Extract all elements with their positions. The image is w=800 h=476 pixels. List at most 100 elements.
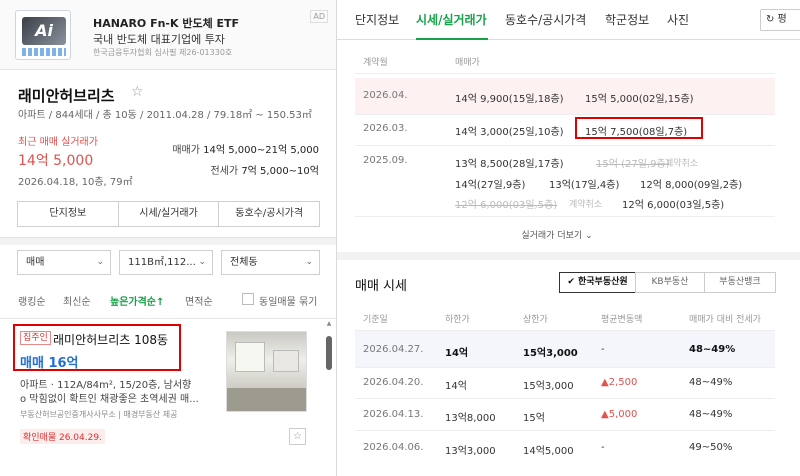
row-divider (355, 114, 775, 115)
active-tab-indicator (416, 38, 488, 40)
market-change: ▲5,000 (601, 409, 637, 420)
trade-price[interactable]: 12억 6,000(03일,5층) (622, 196, 724, 211)
table-row (355, 78, 775, 114)
market-high: 15억3,000 (523, 348, 578, 359)
market-ratio: 48~49% (689, 409, 733, 420)
market-high: 15억 (523, 413, 545, 424)
header-contract-month: 계약월 (363, 58, 388, 68)
complex-info-button[interactable]: 단지정보 (18, 202, 119, 226)
unit-public-price-button[interactable]: 동호수/공시가격 (219, 202, 319, 226)
trade-month: 2025.09. (363, 155, 408, 166)
header-high-price: 상한가 (523, 315, 548, 325)
trade-type-select[interactable]: 매매 ⌄ (17, 250, 111, 275)
price-panel: 단지정보 시세/실거래가 동호수/공시가격 학군정보 사진 ↻ 평 계약월 매매… (337, 0, 800, 476)
trade-price[interactable]: 14억 9,900(15일,18층) (455, 90, 564, 105)
source-kreb-button[interactable]: ✔ 한국부동산원 (559, 272, 636, 293)
source-bank-button[interactable]: 부동산뱅크 (704, 272, 776, 293)
refresh-button[interactable]: ↻ 평 (760, 9, 800, 31)
sort-ranking[interactable]: 랭킹순 (18, 293, 46, 308)
cancelled-trade-price[interactable]: 12억 6,000(03일,5층) (455, 196, 557, 211)
sort-area[interactable]: 면적순 (185, 293, 213, 308)
more-transactions-label: 실거래가 더보기 (521, 231, 583, 241)
ad-disclaimer: 한국금융투자협회 심사필 제26-01330호 (93, 48, 233, 57)
dong-value: 전체동 (230, 257, 258, 268)
listing-favorite-star-icon[interactable]: ☆ (289, 428, 306, 445)
complex-detail-panel: Ai HANARO Fn-K 반도체 ETF 국내 반도체 대표기업에 투자 한… (0, 0, 337, 476)
row-divider (355, 398, 775, 399)
market-change-value: 5,000 (608, 409, 638, 420)
tab-unit-public-price[interactable]: 동호수/공시가격 (505, 11, 586, 28)
market-price-title: 매매 시세 (355, 279, 407, 294)
market-ratio: 48~49% (689, 344, 736, 355)
market-low: 13억3,000 (445, 446, 496, 457)
row-divider (355, 430, 775, 431)
trade-price[interactable]: 13억(17일,4층) (549, 176, 619, 191)
top-tab-bar: 단지정보 시세/실거래가 동호수/공시가격 학군정보 사진 ↻ 평 (337, 0, 800, 40)
tab-photos[interactable]: 사진 (667, 11, 689, 28)
section-separator (0, 237, 336, 245)
ad-logo-chip-icon (22, 48, 66, 56)
market-date: 2026.04.20. (363, 377, 424, 388)
trade-month: 2026.03. (363, 123, 408, 134)
verified-badge: 확인매물 26.04.29. (20, 429, 105, 444)
complex-meta: 아파트 / 844세대 / 총 10동 / 2011.04.28 / 79.18… (18, 110, 312, 121)
complex-section-buttons: 단지정보 시세/실거래가 동호수/공시가격 (17, 201, 320, 227)
photo-window-shape (273, 350, 299, 372)
chevron-down-icon: ⌄ (585, 231, 593, 241)
ad-banner[interactable]: Ai HANARO Fn-K 반도체 ETF 국내 반도체 대표기업에 투자 한… (0, 0, 336, 70)
sale-range-value: 14억 5,000~21억 5,000 (203, 145, 319, 156)
market-date: 2026.04.06. (363, 442, 424, 453)
sort-latest[interactable]: 최신순 (63, 293, 91, 308)
highlight-annotation (13, 324, 181, 371)
more-transactions-button[interactable]: 실거래가 더보기 ⌄ (337, 228, 777, 241)
trade-price[interactable]: 14억 3,000(25일,10층) (455, 123, 564, 138)
photo-floor-shape (227, 388, 306, 411)
recent-trade-price: 14억 5,000 (18, 153, 94, 169)
header-avg-change: 평균변동액 (601, 315, 643, 325)
source-kb-button[interactable]: KB부동산 (635, 272, 705, 293)
market-high: 14억5,000 (523, 446, 574, 457)
row-divider (355, 145, 775, 146)
price-history-button[interactable]: 시세/실거래가 (119, 202, 220, 226)
trade-price[interactable]: 12억 8,000(09일,2층) (640, 176, 742, 191)
sort-price-high[interactable]: 높은가격순↑ (110, 293, 164, 308)
same-listing-label: 동일매물 묶기 (259, 297, 318, 308)
area-value: 111B㎡,112... (128, 257, 196, 268)
favorite-star-icon[interactable]: ☆ (131, 84, 144, 100)
market-date: 2026.04.13. (363, 409, 424, 420)
market-ratio: 48~49% (689, 377, 733, 388)
scroll-thumb[interactable] (326, 336, 332, 370)
scroll-up-arrow-icon[interactable]: ▲ (326, 320, 332, 327)
left-scrollbar[interactable]: ▲ (326, 320, 332, 476)
cancel-note: 계약취소 (569, 200, 603, 210)
listing-photo[interactable] (226, 331, 307, 412)
trade-price[interactable]: 14억(27일,9층) (455, 176, 525, 191)
market-change: - (601, 442, 605, 453)
header-sale-price: 매매가 (455, 58, 480, 68)
chevron-down-icon: ⌄ (198, 257, 206, 267)
listing-spec: 아파트 · 112A/84m², 15/20층, 남서향 (20, 380, 192, 391)
lease-range-value: 7억 5,000~10억 (241, 166, 319, 177)
highlight-annotation (575, 117, 703, 139)
lease-range-label: 전세가 (210, 166, 239, 177)
ad-logo-ai-icon: Ai (22, 17, 66, 45)
trade-price[interactable]: 13억 8,500(28일,17층) (455, 155, 564, 170)
sale-price-range: 매매가 14억 5,000~21억 5,000 (172, 141, 319, 156)
cancelled-trade-price[interactable]: 15억 (27일,9층) (596, 155, 670, 170)
chevron-down-icon: ⌄ (305, 257, 313, 267)
same-listing-checkbox[interactable] (242, 293, 254, 305)
area-select[interactable]: 111B㎡,112... ⌄ (119, 250, 213, 275)
market-date: 2026.04.27. (363, 344, 424, 355)
market-low: 14억 (445, 348, 469, 359)
trade-price[interactable]: 15억 5,000(02일,15층) (585, 90, 694, 105)
tab-price-history[interactable]: 시세/실거래가 (416, 11, 487, 28)
section-separator (337, 252, 800, 260)
tab-school[interactable]: 학군정보 (605, 11, 649, 28)
market-ratio: 49~50% (689, 442, 733, 453)
dong-select[interactable]: 전체동 ⌄ (221, 250, 320, 275)
sale-range-label: 매매가 (172, 145, 200, 156)
recent-trade-label: 최근 매매 실거래가 (18, 137, 98, 148)
header-base-date: 기준일 (363, 315, 388, 325)
tab-complex-info[interactable]: 단지정보 (355, 11, 399, 28)
complex-name: 래미안허브리츠 (18, 87, 115, 105)
